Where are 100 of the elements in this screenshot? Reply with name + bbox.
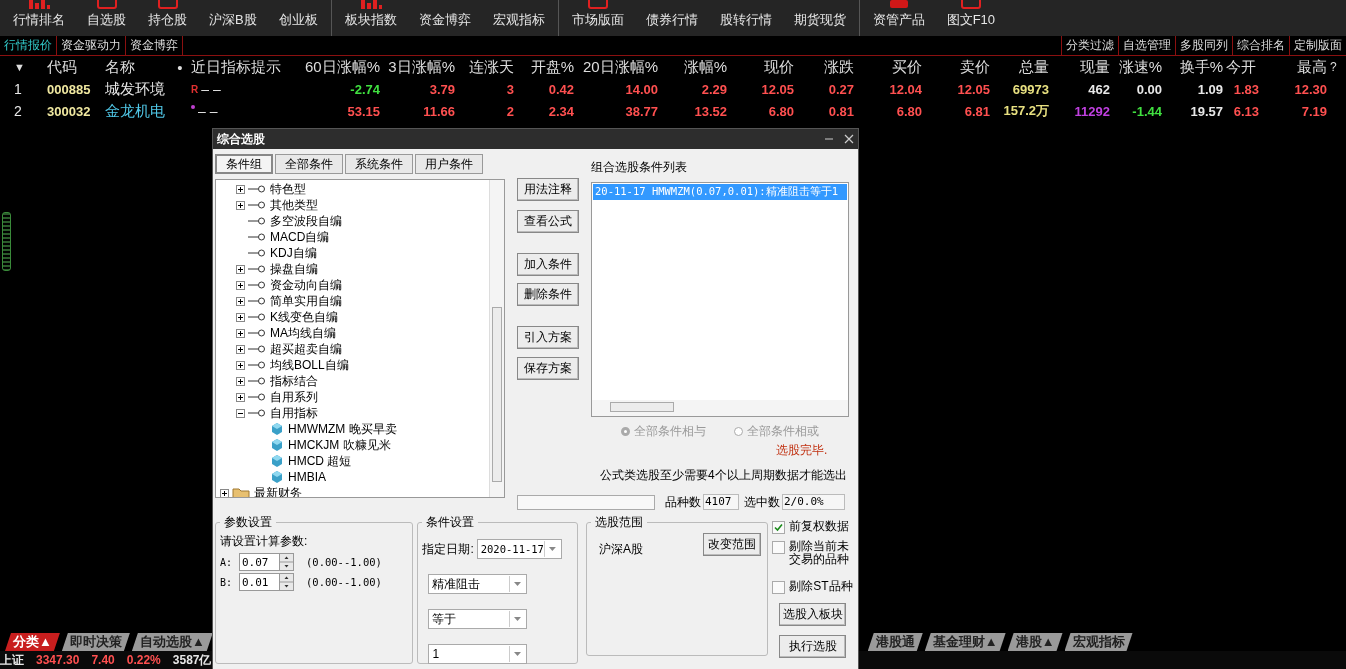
scroll-handle[interactable] [2, 212, 11, 271]
expand-icon[interactable] [236, 344, 245, 354]
tree-item[interactable]: 超买超卖自编 [270, 340, 342, 358]
column-header[interactable]: 20日涨幅% [577, 57, 661, 77]
tree-item[interactable]: 资金动向自编 [270, 276, 342, 294]
action-button[interactable]: 查看公式 [517, 210, 579, 233]
expand-icon[interactable] [236, 264, 245, 274]
expand-icon[interactable] [236, 392, 245, 402]
checkbox-checked[interactable] [772, 521, 786, 534]
checkbox[interactable] [772, 581, 786, 594]
category-tab[interactable]: 港股▲ [1007, 633, 1063, 651]
column-header[interactable]: 今开 [1226, 57, 1262, 77]
column-header[interactable]: 代码 [30, 57, 100, 77]
column-header[interactable]: 涨幅% [661, 57, 730, 77]
toolbar-button[interactable]: 股转行情 [708, 0, 783, 36]
action-button[interactable]: 执行选股 [779, 635, 847, 658]
expand-icon[interactable] [236, 312, 245, 322]
tree-item[interactable]: 其他类型 [270, 196, 318, 214]
tree-item[interactable]: 指标结合 [270, 372, 318, 390]
column-header[interactable]: 卖价 [925, 57, 993, 77]
toolbar-button[interactable]: 沪深B股 [198, 0, 268, 36]
tree-item[interactable]: K线变色自编 [270, 308, 338, 326]
column-header[interactable]: 最高 [1262, 57, 1330, 77]
action-button[interactable]: 加入条件 [517, 253, 579, 276]
number-field[interactable]: 0.07 [239, 553, 294, 571]
column-header[interactable]: 换手% [1165, 57, 1226, 77]
dialog-tab[interactable]: 条件组 [215, 154, 273, 174]
category-tab[interactable]: 即时决策 [61, 633, 130, 651]
tree-item[interactable]: KDJ自编 [270, 244, 317, 262]
tree-item[interactable]: HMCKJM 吹糠见米 [288, 436, 391, 454]
tree-item[interactable]: 多空波段自编 [270, 212, 342, 230]
checkbox[interactable] [772, 541, 786, 554]
column-header[interactable]: • [175, 58, 185, 76]
tree-item[interactable]: MACD自编 [270, 228, 330, 246]
column-header[interactable]: ? [1330, 60, 1346, 74]
tree-item[interactable]: 均线BOLL自编 [270, 356, 349, 374]
column-header[interactable]: 开盘% [517, 57, 577, 77]
tree-item[interactable]: MA均线自编 [270, 324, 336, 342]
action-button[interactable]: 删除条件 [517, 283, 579, 306]
column-header[interactable]: 连涨天 [458, 57, 517, 77]
sort-indicator[interactable]: ▼ [0, 61, 30, 73]
dialog-tab[interactable]: 全部条件 [275, 154, 343, 174]
tree-item[interactable]: 简单实用自编 [270, 292, 342, 310]
category-tab[interactable]: 自动选股▲ [131, 633, 213, 651]
dropdown[interactable]: 精准阻击 [428, 574, 528, 594]
toolbar-button[interactable]: 图文F10 [935, 0, 1007, 36]
column-header[interactable]: 涨跌 [797, 57, 857, 77]
column-header[interactable]: 买价 [857, 57, 925, 77]
category-tab[interactable]: 基金理财▲ [924, 633, 1006, 651]
action-button[interactable]: 保存方案 [517, 357, 579, 380]
scrollbar[interactable] [489, 180, 504, 497]
toolbar-button[interactable]: 债券行情 [634, 0, 709, 36]
change-scope-button[interactable]: 改变范围 [703, 533, 762, 556]
column-header[interactable]: 3日涨幅% [383, 57, 458, 77]
expand-icon[interactable] [236, 328, 245, 338]
column-header[interactable]: 名称 [100, 57, 175, 77]
tree-item[interactable]: HMCD 超短 [288, 452, 352, 470]
tree-item[interactable]: 操盘自编 [270, 260, 318, 278]
expand-icon[interactable] [236, 280, 245, 290]
tree-item[interactable]: HMBIA [288, 470, 326, 484]
expand-icon[interactable] [236, 200, 245, 210]
dropdown[interactable]: 等于 [428, 609, 528, 629]
column-header[interactable]: 60日涨幅% [290, 57, 383, 77]
toolbar-button[interactable]: 资管产品 [861, 0, 936, 36]
dropdown[interactable]: 1 [428, 644, 528, 664]
toolbar-button[interactable]: 资金博弈 [407, 0, 482, 36]
toolbar-button[interactable]: 板块指数 [333, 0, 408, 36]
toolbar-button[interactable]: 持仓股 [137, 0, 198, 36]
expand-icon[interactable] [236, 376, 245, 386]
action-button[interactable]: 引入方案 [517, 326, 579, 349]
dialog-tab[interactable]: 用户条件 [415, 154, 483, 174]
expand-icon[interactable] [236, 184, 245, 194]
toolbar-button[interactable]: 创业板 [267, 0, 329, 36]
column-header[interactable]: 现价 [730, 57, 797, 77]
toolbar-button[interactable]: 行情排名 [2, 0, 76, 36]
expand-icon[interactable] [220, 488, 229, 497]
expand-icon[interactable] [236, 296, 245, 306]
tree-item[interactable]: HMWMZM 晚买早卖 [288, 420, 397, 438]
dialog-tab[interactable]: 系统条件 [345, 154, 413, 174]
action-button[interactable]: 用法注释 [517, 178, 579, 201]
toolbar-button[interactable]: 市场版面 [560, 0, 635, 36]
column-header[interactable]: 近日指标提示 [185, 57, 290, 77]
expand-icon[interactable] [236, 360, 245, 370]
category-tab[interactable]: 港股通 [867, 633, 923, 651]
collapse-icon[interactable] [236, 408, 245, 418]
toolbar-button[interactable]: 宏观指标 [481, 0, 556, 36]
toolbar-button[interactable]: 期货现货 [782, 0, 857, 36]
tree-item[interactable]: 自用指标 [270, 404, 318, 422]
column-header[interactable]: 总量 [993, 57, 1052, 77]
scrollbar[interactable] [592, 400, 848, 416]
toolbar-button[interactable]: 自选股 [76, 0, 137, 36]
action-button[interactable]: 选股入板块 [779, 603, 847, 626]
category-tab[interactable]: 分类▲ [5, 633, 60, 651]
number-field[interactable]: 0.01 [239, 573, 294, 591]
column-header[interactable]: 涨速% [1113, 57, 1165, 77]
tree-item[interactable]: 特色型 [270, 180, 306, 198]
tree-item[interactable]: 自用系列 [270, 388, 318, 406]
category-tab[interactable]: 宏观指标 [1064, 633, 1133, 651]
column-header[interactable]: 现量 [1052, 57, 1113, 77]
dropdown[interactable]: 2020-11-17 [476, 539, 562, 559]
